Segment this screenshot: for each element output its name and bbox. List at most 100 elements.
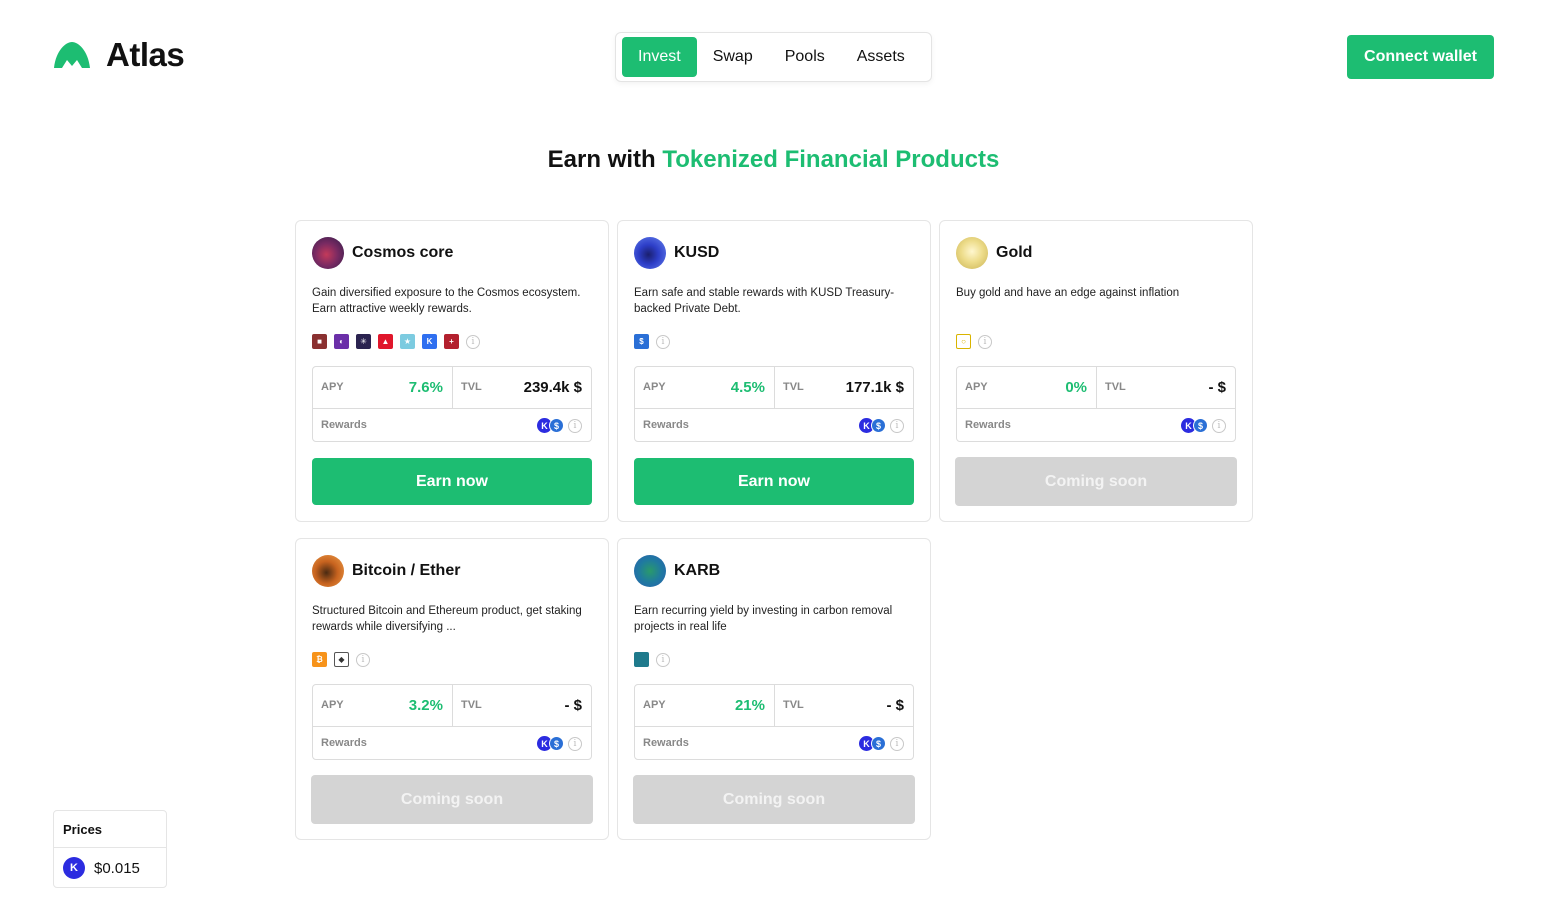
tab-pools[interactable]: Pools <box>769 37 841 77</box>
apy-value: 4.5% <box>730 379 765 396</box>
rewards-icons: K $ i <box>859 736 904 751</box>
product-card-bitcoin-ether: Bitcoin / Ether Structured Bitcoin and E… <box>295 538 609 840</box>
tvl-value: - $ <box>564 697 582 714</box>
info-icon[interactable]: i <box>656 652 670 667</box>
apy-value: 7.6% <box>408 379 443 396</box>
rewards-icons: K $ i <box>537 418 582 433</box>
main-nav: Invest Swap Pools Assets <box>615 32 932 82</box>
prices-widget[interactable]: Prices K $0.015 <box>53 810 167 888</box>
card-description: Earn safe and stable rewards with KUSD T… <box>634 287 895 315</box>
tvl-value: - $ <box>1208 379 1226 396</box>
rewards-label: Rewards <box>321 419 367 431</box>
ether-token-icon[interactable]: ◆ <box>334 652 349 667</box>
stats-box: APY 0% TVL - $ Rewards K $ i <box>956 366 1236 442</box>
info-icon[interactable]: i <box>466 334 480 349</box>
tvl-value: 177.1k $ <box>845 379 904 396</box>
asset-token-icon[interactable]: ◐ <box>334 334 349 349</box>
page-title-prefix: Earn with <box>547 146 656 173</box>
asset-list: ■ ◐ ✳ ▲ ★ K + i <box>312 334 480 349</box>
tvl-value: 239.4k $ <box>523 379 582 396</box>
coming-soon-button[interactable]: Coming soon <box>311 775 593 824</box>
asset-token-icon[interactable]: ■ <box>312 334 327 349</box>
usd-token-icon: $ <box>549 418 564 433</box>
asset-token-icon[interactable]: ★ <box>400 334 415 349</box>
gold-logo-icon <box>956 237 988 269</box>
card-title: Cosmos core <box>352 244 454 261</box>
tab-invest[interactable]: Invest <box>622 37 697 77</box>
asset-token-icon[interactable]: K <box>422 334 437 349</box>
usd-token-icon[interactable]: $ <box>634 334 649 349</box>
rewards-label: Rewards <box>643 419 689 431</box>
info-icon[interactable]: i <box>1212 418 1226 433</box>
rewards-icons: K $ i <box>537 736 582 751</box>
apy-label: APY <box>643 699 666 711</box>
product-card-gold: Gold Buy gold and have an edge against i… <box>939 220 1253 522</box>
info-icon[interactable]: i <box>568 736 582 751</box>
coming-soon-button[interactable]: Coming soon <box>633 775 915 824</box>
rewards-label: Rewards <box>643 737 689 749</box>
rewards-icons: K $ i <box>859 418 904 433</box>
page-title-accent: Tokenized Financial Products <box>662 146 1000 173</box>
asset-list: ○ i <box>956 334 992 349</box>
card-description: Gain diversified exposure to the Cosmos … <box>312 287 581 315</box>
connect-wallet-button[interactable]: Connect wallet <box>1347 35 1494 79</box>
tvl-label: TVL <box>783 699 804 711</box>
tvl-label: TVL <box>1105 381 1126 393</box>
info-icon[interactable]: i <box>356 652 370 667</box>
info-icon[interactable]: i <box>890 736 904 751</box>
stats-box: APY 4.5% TVL 177.1k $ Rewards K $ i <box>634 366 914 442</box>
tab-swap[interactable]: Swap <box>697 37 769 77</box>
rewards-icons: K $ i <box>1181 418 1226 433</box>
apy-label: APY <box>965 381 988 393</box>
tvl-label: TVL <box>783 381 804 393</box>
apy-value: 21% <box>734 697 765 714</box>
stats-box: APY 7.6% TVL 239.4k $ Rewards K $ i <box>312 366 592 442</box>
tab-assets[interactable]: Assets <box>841 37 921 77</box>
kujira-token-icon: K <box>63 857 85 879</box>
bitcoin-token-icon[interactable]: ₿ <box>312 652 327 667</box>
product-card-cosmos-core: Cosmos core Gain diversified exposure to… <box>295 220 609 522</box>
gold-token-icon[interactable]: ○ <box>956 334 971 349</box>
apy-label: APY <box>321 381 344 393</box>
usd-token-icon: $ <box>1193 418 1208 433</box>
karb-token-icon[interactable] <box>634 652 649 667</box>
usd-token-icon: $ <box>549 736 564 751</box>
brand-logo[interactable]: Atlas <box>52 36 185 74</box>
apy-value: 0% <box>1065 379 1087 396</box>
kusd-logo-icon <box>634 237 666 269</box>
tvl-label: TVL <box>461 699 482 711</box>
apy-label: APY <box>321 699 344 711</box>
product-card-karb: KARB Earn recurring yield by investing i… <box>617 538 931 840</box>
asset-token-icon[interactable]: + <box>444 334 459 349</box>
price-value: $0.015 <box>94 859 140 877</box>
apy-label: APY <box>643 381 666 393</box>
asset-list: i <box>634 652 670 667</box>
rewards-label: Rewards <box>965 419 1011 431</box>
info-icon[interactable]: i <box>656 334 670 349</box>
tvl-value: - $ <box>886 697 904 714</box>
card-description: Earn recurring yield by investing in car… <box>634 605 893 633</box>
card-title: Bitcoin / Ether <box>352 562 461 579</box>
info-icon[interactable]: i <box>890 418 904 433</box>
tvl-label: TVL <box>461 381 482 393</box>
product-card-kusd: KUSD Earn safe and stable rewards with K… <box>617 220 931 522</box>
rewards-label: Rewards <box>321 737 367 749</box>
page-title: Earn with Tokenized Financial Products <box>0 146 1547 174</box>
apy-value: 3.2% <box>408 697 443 714</box>
bitcoin-ether-logo-icon <box>312 555 344 587</box>
prices-title: Prices <box>54 811 166 848</box>
asset-list: ₿ ◆ i <box>312 652 370 667</box>
earn-now-button[interactable]: Earn now <box>312 458 592 505</box>
stats-box: APY 3.2% TVL - $ Rewards K $ i <box>312 684 592 760</box>
asset-token-icon[interactable]: ▲ <box>378 334 393 349</box>
info-icon[interactable]: i <box>568 418 582 433</box>
stats-box: APY 21% TVL - $ Rewards K $ i <box>634 684 914 760</box>
cosmos-core-logo-icon <box>312 237 344 269</box>
earn-now-button[interactable]: Earn now <box>634 458 914 505</box>
atom-token-icon[interactable]: ✳ <box>356 334 371 349</box>
card-title: KUSD <box>674 244 720 261</box>
karb-logo-icon <box>634 555 666 587</box>
info-icon[interactable]: i <box>978 334 992 349</box>
coming-soon-button[interactable]: Coming soon <box>955 457 1237 506</box>
card-title: KARB <box>674 562 721 579</box>
